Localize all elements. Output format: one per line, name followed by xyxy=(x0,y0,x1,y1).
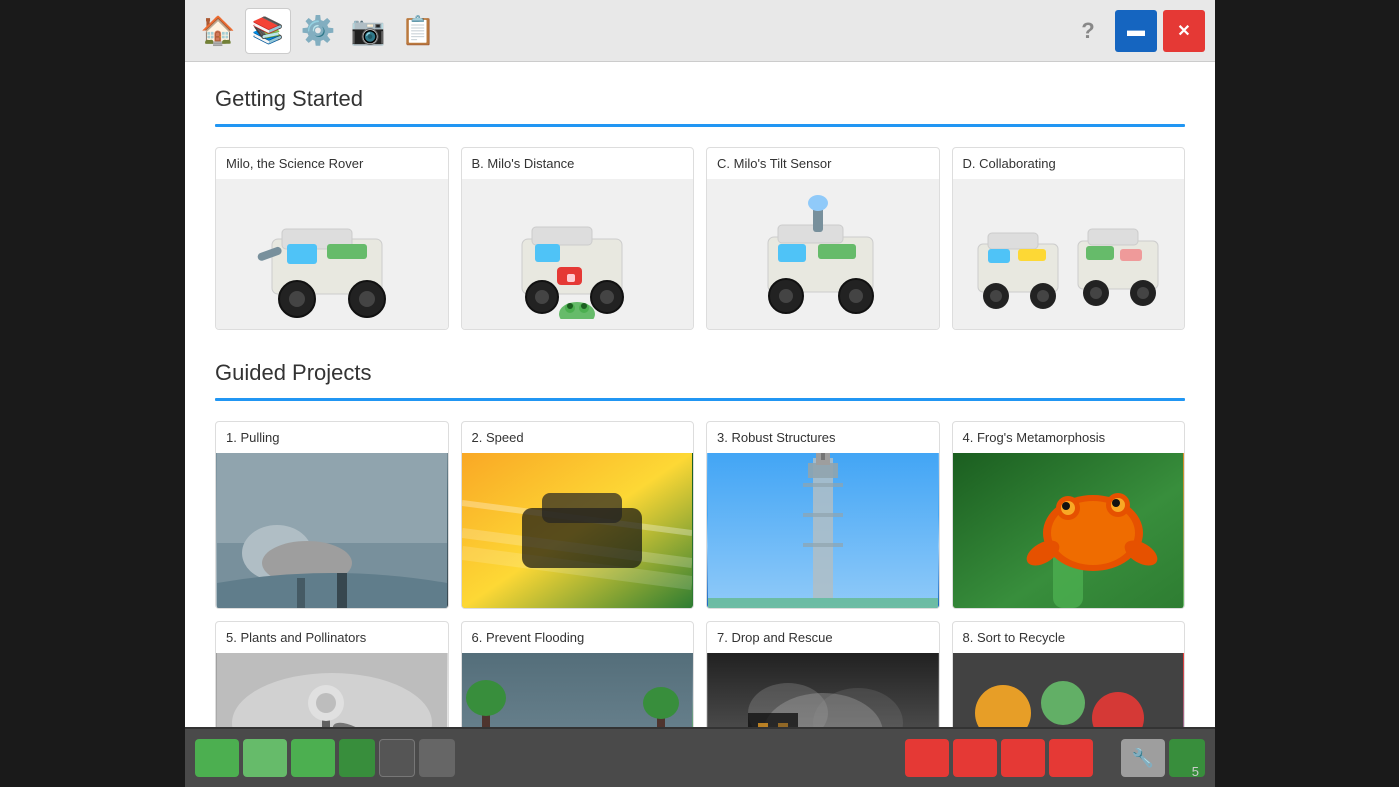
card-recycle[interactable]: 8. Sort to Recycle xyxy=(952,621,1186,727)
card-image-collab xyxy=(953,179,1185,329)
settings-button[interactable]: ⚙️ xyxy=(295,8,341,54)
card-photo-frog xyxy=(953,453,1185,608)
card-label-plants: 5. Plants and Pollinators xyxy=(216,622,448,653)
card-frog[interactable]: 4. Frog's Metamorphosis xyxy=(952,421,1186,609)
guided-projects-grid: 1. Pulling 2. Speed xyxy=(215,421,1185,727)
card-label-tilt: C. Milo's Tilt Sensor xyxy=(707,148,939,179)
left-panel xyxy=(0,0,185,787)
card-image-tilt xyxy=(707,179,939,329)
red-close-button[interactable]: ✕ xyxy=(1163,10,1205,52)
card-label-pulling: 1. Pulling xyxy=(216,422,448,453)
card-photo-robust xyxy=(707,453,939,608)
block-dark-1[interactable] xyxy=(379,739,415,777)
card-label-distance: B. Milo's Distance xyxy=(462,148,694,179)
block-green-1[interactable] xyxy=(195,739,239,777)
block-dark-green[interactable] xyxy=(339,739,375,777)
block-green-3[interactable] xyxy=(291,739,335,777)
card-label-frog: 4. Frog's Metamorphosis xyxy=(953,422,1185,453)
getting-started-grid: Milo, the Science Rover xyxy=(215,147,1185,330)
card-distance[interactable]: B. Milo's Distance xyxy=(461,147,695,330)
card-label-flooding: 6. Prevent Flooding xyxy=(462,622,694,653)
app-window: 🏠 📚 ⚙️ 📷 📋 ? ▬ ✕ Getting Started Milo, t… xyxy=(185,0,1215,787)
card-label-rover: Milo, the Science Rover xyxy=(216,148,448,179)
page-number: 5 xyxy=(1192,764,1199,779)
home-button[interactable]: 🏠 xyxy=(195,8,241,54)
content-area: Getting Started Milo, the Science Rover xyxy=(185,62,1215,727)
card-label-speed: 2. Speed xyxy=(462,422,694,453)
card-label-recycle: 8. Sort to Recycle xyxy=(953,622,1185,653)
block-red-4[interactable] xyxy=(1049,739,1093,777)
card-plants[interactable]: 5. Plants and Pollinators xyxy=(215,621,449,727)
right-panel xyxy=(1215,0,1399,787)
book-button[interactable]: 📚 xyxy=(245,8,291,54)
blue-window-button[interactable]: ▬ xyxy=(1115,10,1157,52)
card-photo-speed xyxy=(462,453,694,608)
block-red-1[interactable] xyxy=(905,739,949,777)
card-tilt[interactable]: C. Milo's Tilt Sensor xyxy=(706,147,940,330)
getting-started-divider xyxy=(215,124,1185,127)
card-label-collab: D. Collaborating xyxy=(953,148,1185,179)
card-label-drop: 7. Drop and Rescue xyxy=(707,622,939,653)
block-green-2[interactable] xyxy=(243,739,287,777)
guided-projects-divider xyxy=(215,398,1185,401)
card-flooding[interactable]: 6. Prevent Flooding xyxy=(461,621,695,727)
block-dark-2[interactable] xyxy=(419,739,455,777)
bottom-toolbar: 🔧 5 xyxy=(185,727,1215,787)
card-photo-flooding xyxy=(462,653,694,727)
card-photo-pulling xyxy=(216,453,448,608)
card-milo-rover[interactable]: Milo, the Science Rover xyxy=(215,147,449,330)
card-label-robust: 3. Robust Structures xyxy=(707,422,939,453)
block-gray-1[interactable]: 🔧 xyxy=(1121,739,1165,777)
guided-projects-title: Guided Projects xyxy=(215,360,1185,386)
card-speed[interactable]: 2. Speed xyxy=(461,421,695,609)
card-robust[interactable]: 3. Robust Structures xyxy=(706,421,940,609)
block-red-2[interactable] xyxy=(953,739,997,777)
card-photo-recycle xyxy=(953,653,1185,727)
card-collab[interactable]: D. Collaborating xyxy=(952,147,1186,330)
card-pulling[interactable]: 1. Pulling xyxy=(215,421,449,609)
card-image-distance xyxy=(462,179,694,329)
toolbar-right: ? ▬ ✕ xyxy=(1067,10,1205,52)
card-photo-plants xyxy=(216,653,448,727)
card-drop[interactable]: 7. Drop and Rescue xyxy=(706,621,940,727)
camera-button[interactable]: 📷 xyxy=(345,8,391,54)
block-green-end[interactable] xyxy=(1169,739,1205,777)
block-red-3[interactable] xyxy=(1001,739,1045,777)
help-button[interactable]: ? xyxy=(1067,10,1109,52)
card-photo-drop xyxy=(707,653,939,727)
toolbar: 🏠 📚 ⚙️ 📷 📋 ? ▬ ✕ xyxy=(185,0,1215,62)
clipboard-button[interactable]: 📋 xyxy=(395,8,441,54)
card-image-rover xyxy=(216,179,448,329)
getting-started-title: Getting Started xyxy=(215,86,1185,112)
